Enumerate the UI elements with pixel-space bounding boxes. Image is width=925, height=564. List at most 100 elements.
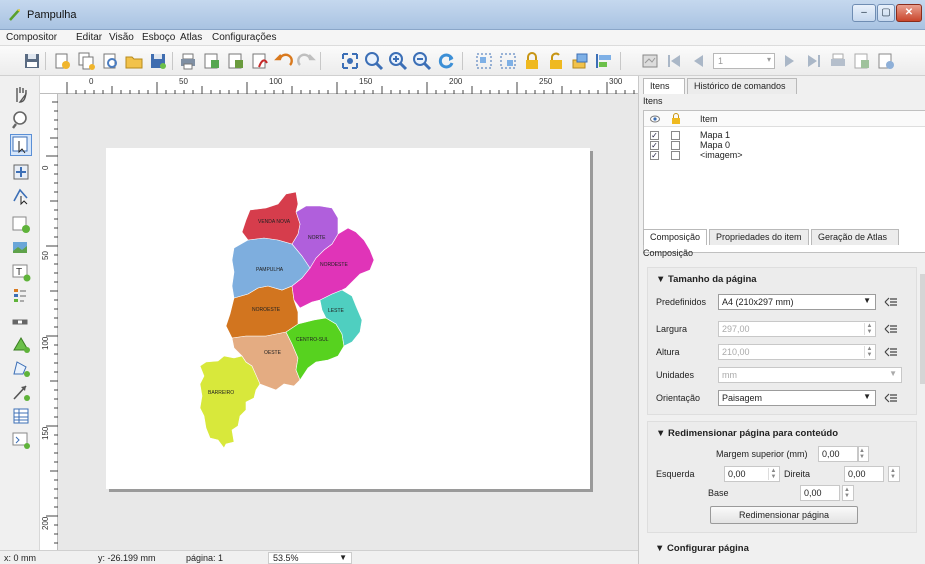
bottom-margin-arrows[interactable]: ▲ ▼ bbox=[842, 485, 854, 501]
export-image-icon[interactable] bbox=[202, 51, 222, 71]
duplicate-composer-icon[interactable] bbox=[76, 51, 96, 71]
tab-geracao-atlas[interactable]: Geração de Atlas bbox=[811, 229, 899, 245]
resize-group-title[interactable]: ▼ Redimensionar página para conteúdo bbox=[656, 428, 838, 439]
minimize-button[interactable]: – bbox=[852, 4, 876, 22]
bottom-margin-spinbox[interactable]: 0,00 bbox=[800, 485, 840, 501]
undo-icon[interactable] bbox=[274, 51, 294, 71]
pan-hand-icon[interactable] bbox=[11, 84, 31, 104]
print-icon[interactable] bbox=[178, 51, 198, 71]
raise-items-icon[interactable] bbox=[570, 51, 590, 71]
top-margin-arrows[interactable]: ▲ ▼ bbox=[858, 446, 869, 462]
menu-visao[interactable]: Visão bbox=[109, 32, 134, 43]
region-label: NORDESTE bbox=[320, 262, 348, 268]
save-project-icon[interactable] bbox=[22, 51, 42, 71]
last-feature-icon[interactable] bbox=[804, 51, 824, 71]
item-label[interactable]: Mapa 1 bbox=[700, 130, 730, 140]
zoom-full-icon[interactable] bbox=[340, 51, 360, 71]
item-column-header: Item bbox=[700, 114, 718, 124]
orientation-combobox[interactable]: Paisagem ▼ bbox=[718, 390, 876, 406]
load-template-icon[interactable] bbox=[124, 51, 144, 71]
lock-checkbox[interactable] bbox=[671, 141, 680, 150]
resize-page-button[interactable]: Redimensionar página bbox=[710, 506, 858, 524]
select-move-item-icon[interactable] bbox=[10, 134, 32, 156]
lock-items-icon[interactable] bbox=[522, 51, 542, 71]
atlas-page-spinbox[interactable]: 1 ▾ bbox=[713, 53, 775, 69]
visibility-checkbox[interactable]: ✓ bbox=[650, 131, 659, 140]
add-attribute-table-icon[interactable] bbox=[11, 406, 31, 426]
atlas-settings-icon[interactable] bbox=[876, 51, 896, 71]
atlas-preview-icon[interactable] bbox=[640, 51, 660, 71]
menu-editar[interactable]: Editar bbox=[76, 32, 102, 43]
visibility-checkbox[interactable]: ✓ bbox=[650, 151, 659, 160]
align-items-icon[interactable] bbox=[594, 51, 614, 71]
data-defined-override-icon[interactable] bbox=[884, 323, 898, 335]
add-node-item-icon[interactable] bbox=[11, 358, 31, 378]
right-margin-arrows[interactable]: ▲ ▼ bbox=[888, 466, 900, 482]
panel-scrollbar[interactable] bbox=[920, 274, 925, 384]
composer-canvas[interactable]: VENDA NOVA NORTE NORDESTE PAMPULHA NOROE… bbox=[58, 94, 638, 550]
add-shape-icon[interactable] bbox=[11, 334, 31, 354]
zoom-tool-icon[interactable] bbox=[11, 110, 31, 130]
region-venda-nova[interactable] bbox=[241, 191, 301, 245]
composer-manager-icon[interactable] bbox=[100, 51, 120, 71]
menu-configuracoes[interactable]: Configurações bbox=[212, 32, 276, 43]
zoom-in-icon[interactable] bbox=[388, 51, 408, 71]
zoom-out-icon[interactable] bbox=[412, 51, 432, 71]
save-template-icon[interactable] bbox=[148, 51, 168, 71]
add-label-icon[interactable]: T bbox=[11, 262, 31, 282]
export-pdf-icon[interactable] bbox=[250, 51, 270, 71]
zoom-combobox[interactable]: 53.5% ▼ bbox=[268, 552, 352, 564]
configure-page-group-title[interactable]: ▼ Configurar página bbox=[655, 543, 749, 554]
add-arrow-icon[interactable] bbox=[11, 382, 31, 402]
export-svg-icon[interactable] bbox=[226, 51, 246, 71]
lock-checkbox[interactable] bbox=[671, 131, 680, 140]
units-combobox[interactable]: mm ▼ bbox=[718, 367, 902, 383]
print-atlas-icon[interactable] bbox=[828, 51, 848, 71]
map-item[interactable]: VENDA NOVA NORTE NORDESTE PAMPULHA NOROE… bbox=[106, 148, 590, 489]
tab-composicao[interactable]: Composição bbox=[643, 229, 707, 245]
tab-propriedades-item[interactable]: Propriedades do item bbox=[709, 229, 809, 245]
zoom-100-icon[interactable] bbox=[364, 51, 384, 71]
item-label[interactable]: <imagem> bbox=[700, 150, 743, 160]
add-html-frame-icon[interactable] bbox=[11, 430, 31, 450]
width-spinbox[interactable]: 297,00 ▲ ▼ bbox=[718, 321, 876, 337]
item-label[interactable]: Mapa 0 bbox=[700, 140, 730, 150]
redo-icon[interactable] bbox=[296, 51, 316, 71]
preset-combobox[interactable]: A4 (210x297 mm) ▼ bbox=[718, 294, 876, 310]
layout-page[interactable]: VENDA NOVA NORTE NORDESTE PAMPULHA NOROE… bbox=[106, 148, 590, 489]
top-margin-spinbox[interactable]: 0,00 bbox=[818, 446, 858, 462]
new-composer-icon[interactable] bbox=[52, 51, 72, 71]
right-margin-spinbox[interactable]: 0,00 bbox=[844, 466, 884, 482]
add-new-map-icon[interactable] bbox=[11, 214, 31, 234]
maximize-button[interactable]: ▢ bbox=[877, 4, 895, 22]
height-spinbox[interactable]: 210,00 ▲ ▼ bbox=[718, 344, 876, 360]
first-feature-icon[interactable] bbox=[664, 51, 684, 71]
next-feature-icon[interactable] bbox=[780, 51, 800, 71]
add-scale-bar-icon[interactable] bbox=[11, 312, 31, 332]
left-margin-spinbox[interactable]: 0,00 ▲ ▼ bbox=[724, 466, 780, 482]
menu-compositor[interactable]: Compositor bbox=[6, 32, 57, 43]
previous-feature-icon[interactable] bbox=[688, 51, 708, 71]
export-atlas-icon[interactable] bbox=[852, 51, 872, 71]
visibility-checkbox[interactable]: ✓ bbox=[650, 141, 659, 150]
tab-historico[interactable]: Histórico de comandos bbox=[687, 78, 797, 94]
group-items-icon[interactable] bbox=[474, 51, 494, 71]
items-header: Item bbox=[644, 111, 925, 127]
page-size-group-title[interactable]: ▼ Tamanho da página bbox=[656, 274, 757, 285]
data-defined-override-icon[interactable] bbox=[884, 296, 898, 308]
data-defined-override-icon[interactable] bbox=[884, 392, 898, 404]
menu-atlas[interactable]: Atlas bbox=[180, 32, 202, 43]
refresh-icon[interactable] bbox=[436, 51, 456, 71]
menu-esboco[interactable]: Esboço bbox=[142, 32, 175, 43]
add-image-icon[interactable] bbox=[11, 238, 31, 258]
unlock-items-icon[interactable] bbox=[546, 51, 566, 71]
data-defined-override-icon[interactable] bbox=[884, 346, 898, 358]
edit-nodes-icon[interactable] bbox=[11, 186, 31, 206]
region-barreiro[interactable] bbox=[199, 355, 261, 449]
move-item-content-icon[interactable] bbox=[11, 162, 31, 182]
add-legend-icon[interactable] bbox=[11, 286, 31, 306]
close-button[interactable]: ✕ bbox=[896, 4, 922, 22]
tab-itens[interactable]: Itens bbox=[643, 78, 685, 94]
lock-checkbox[interactable] bbox=[671, 151, 680, 160]
ungroup-items-icon[interactable] bbox=[498, 51, 518, 71]
